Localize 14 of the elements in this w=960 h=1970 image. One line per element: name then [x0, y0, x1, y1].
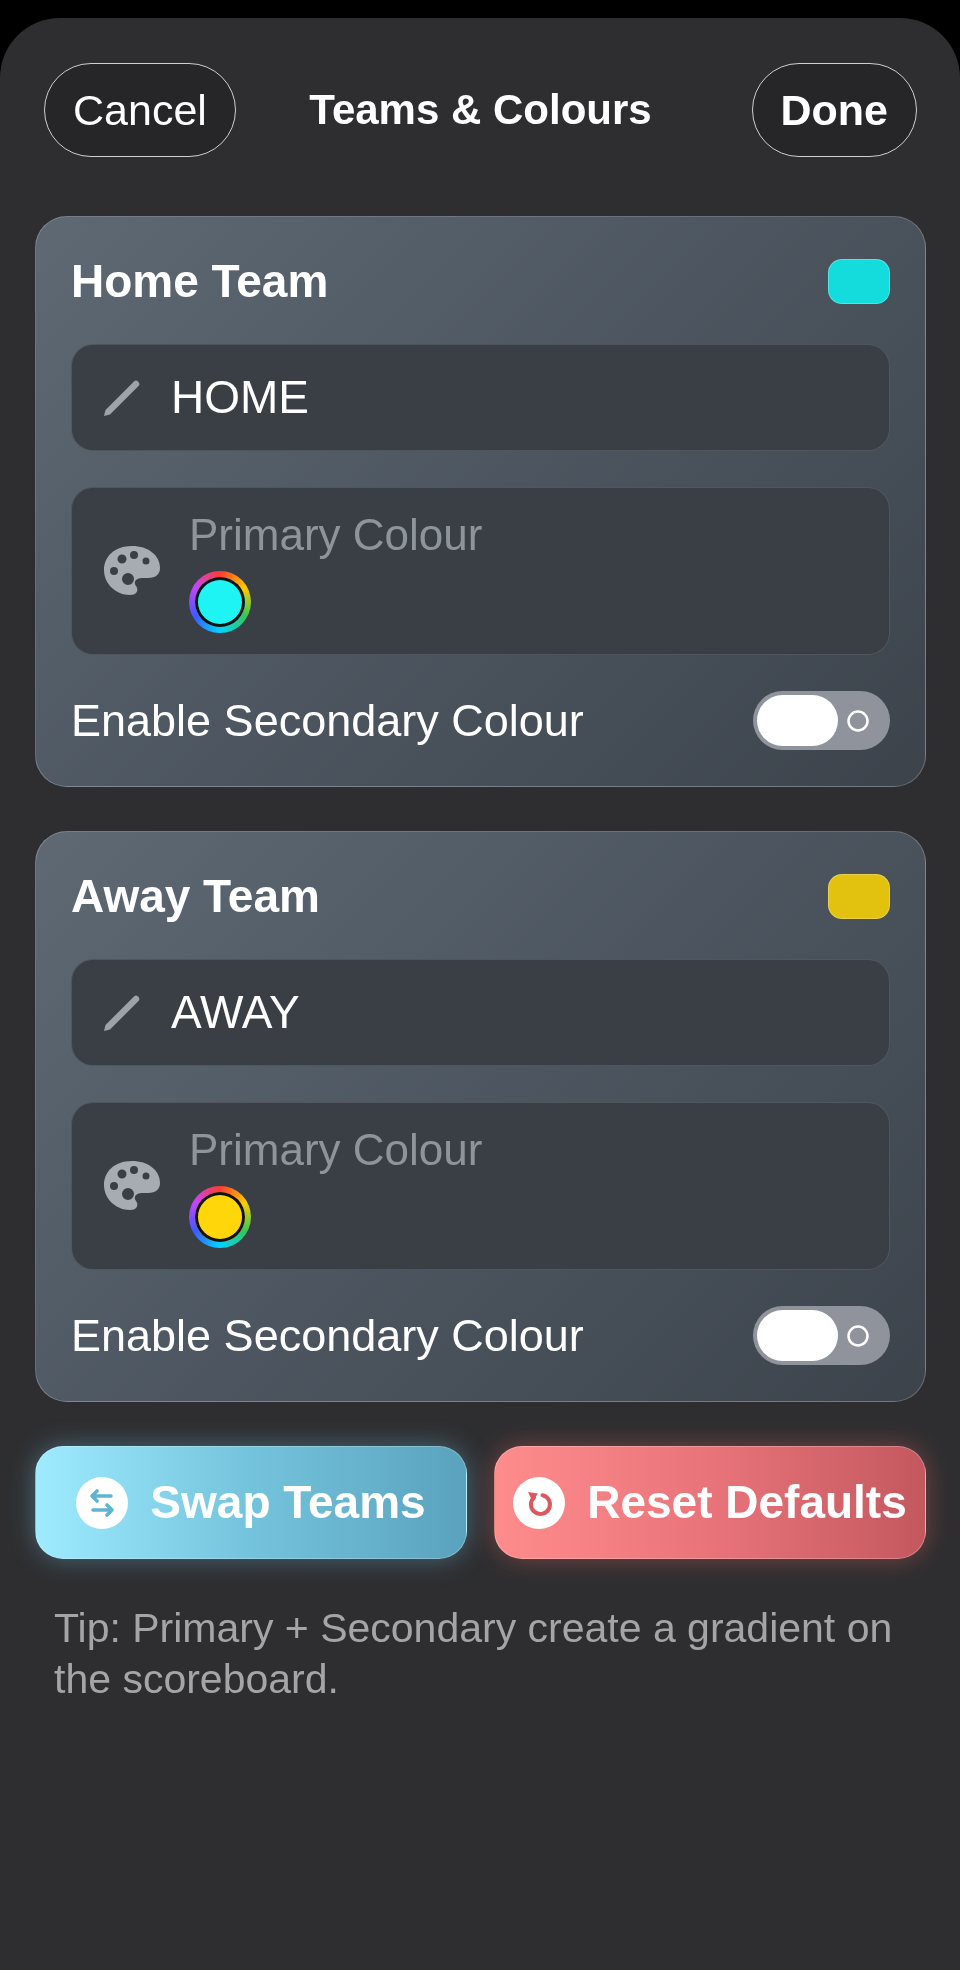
palette-icon	[102, 544, 162, 598]
off-indicator-icon	[847, 1324, 869, 1347]
palette-icon	[102, 1159, 162, 1213]
swap-arrows-icon	[76, 1476, 129, 1529]
toggle-label: Enable Secondary Colour	[71, 693, 584, 748]
cancel-button[interactable]: Cancel	[44, 63, 236, 157]
sheet-title: Teams & Colours	[309, 84, 652, 135]
off-indicator-icon	[847, 709, 869, 732]
team-name-field[interactable]: HOME	[71, 344, 890, 451]
toggle-label: Enable Secondary Colour	[71, 1308, 584, 1363]
team-title: Home Team	[71, 258, 329, 304]
done-button[interactable]: Done	[751, 63, 917, 157]
tip-text: Tip: Primary + Secondary create a gradient on the scoreboard.	[54, 1604, 894, 1704]
team-name-field[interactable]: AWAY	[71, 959, 890, 1066]
